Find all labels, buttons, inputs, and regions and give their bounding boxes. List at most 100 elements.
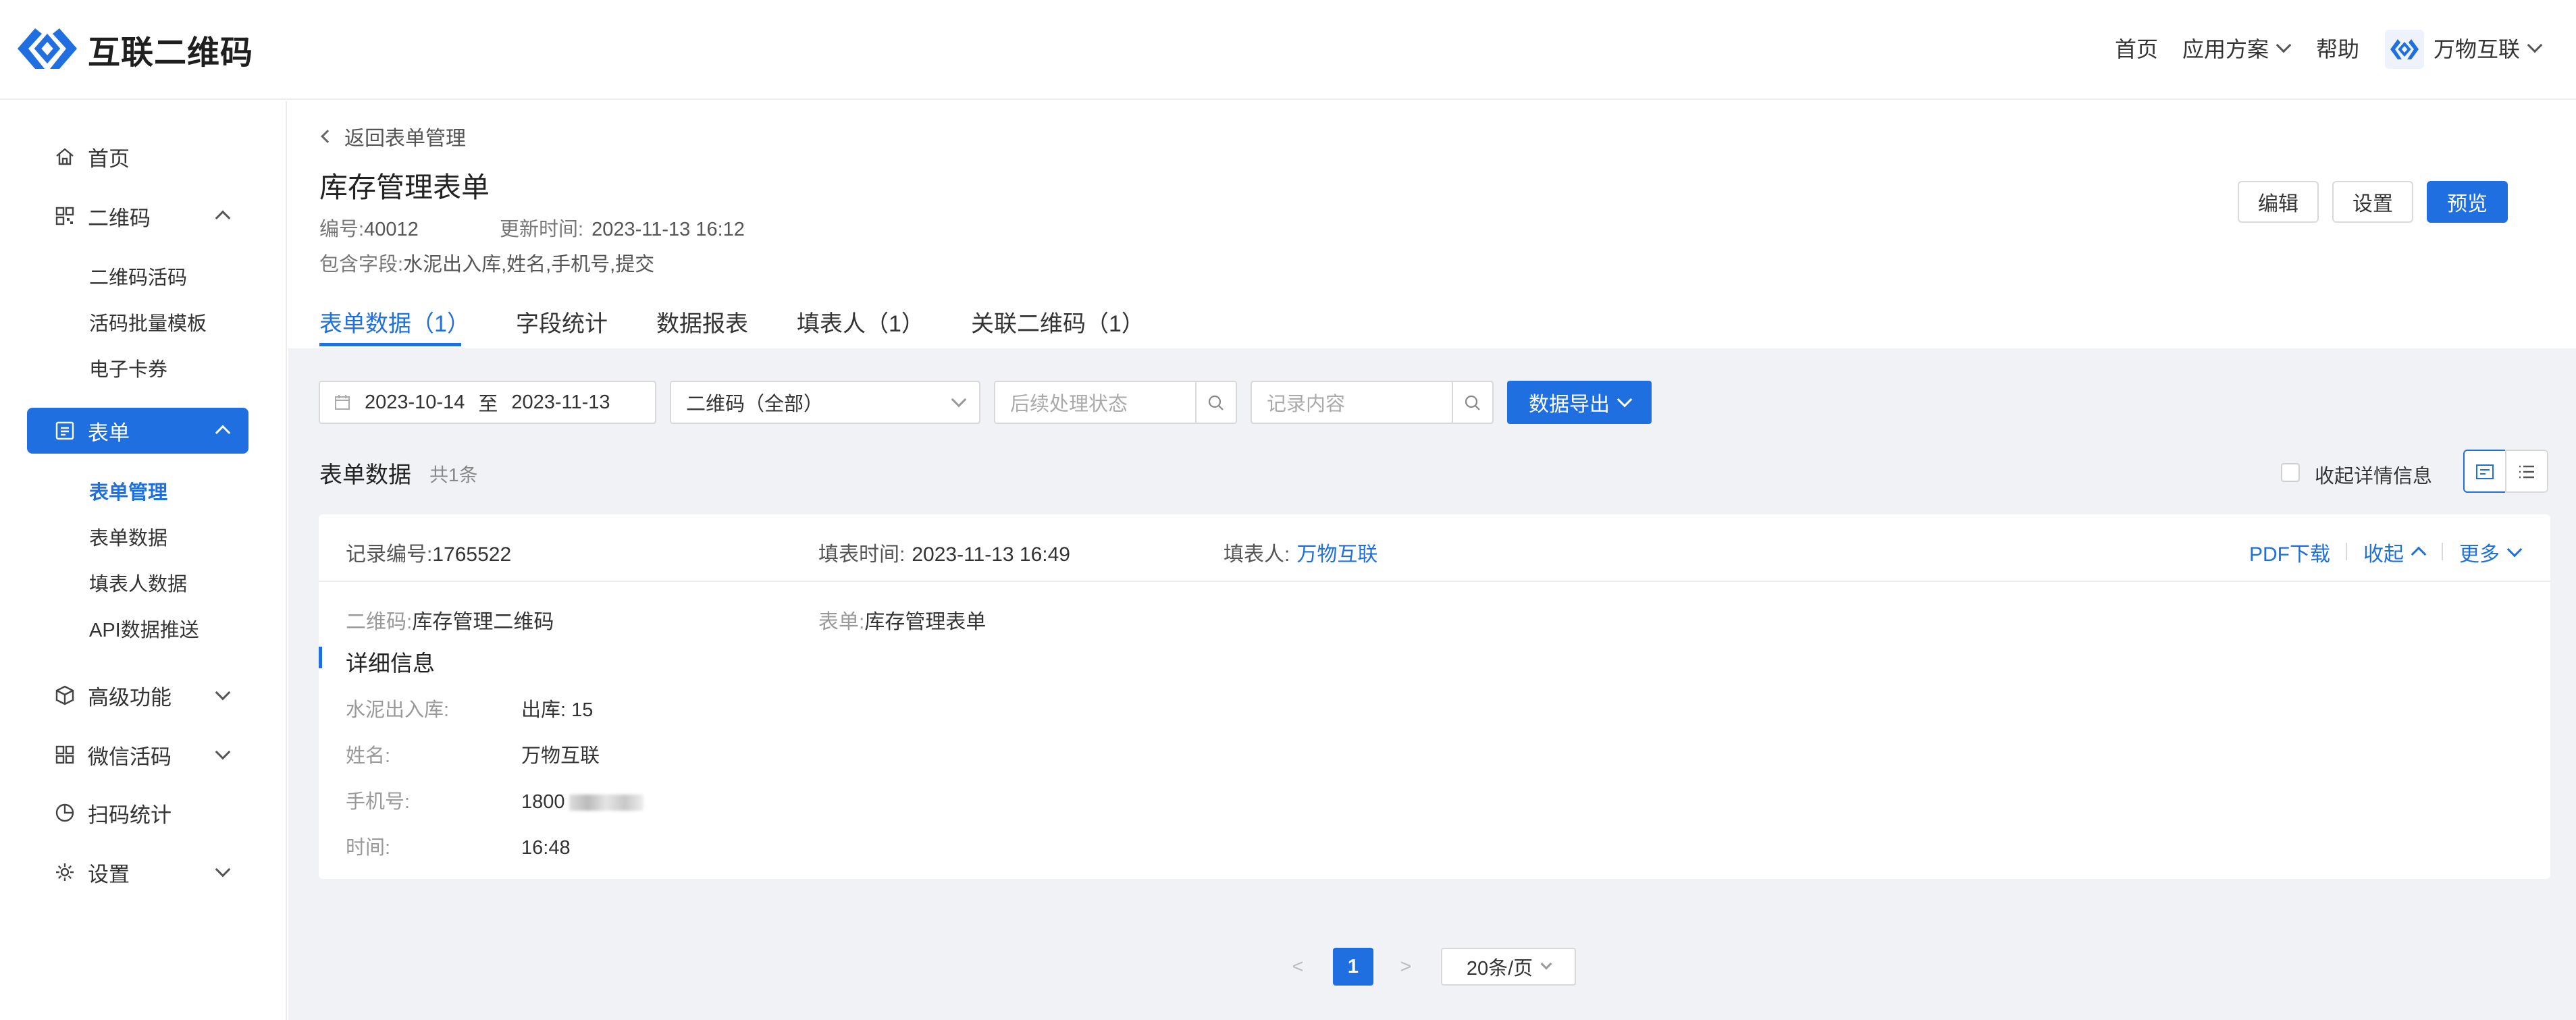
settings-button[interactable]: 设置 <box>2332 181 2413 223</box>
tab-form-data[interactable]: 表单数据（1） <box>319 305 470 338</box>
preview-button[interactable]: 预览 <box>2427 181 2508 223</box>
sidebar-item-qrcode[interactable]: 二维码 <box>27 193 248 239</box>
tab-linked-qrcode[interactable]: 关联二维码（1） <box>971 305 1145 338</box>
chevron-down-icon <box>951 392 967 408</box>
detail-row: 时间: 16:48 <box>346 837 571 859</box>
calendar-icon <box>335 395 350 410</box>
collapse-details-label[interactable]: 收起详情信息 <box>2315 460 2432 489</box>
sidebar-sub-qrcode-live[interactable]: 二维码活码 <box>89 262 187 290</box>
tab-field-stats[interactable]: 字段统计 <box>516 305 608 338</box>
divider <box>2346 543 2347 560</box>
chevron-up-icon <box>215 210 231 226</box>
more-menu[interactable]: 更多 <box>2459 537 2523 567</box>
date-from[interactable]: 2023-10-14 <box>365 392 465 414</box>
chevron-down-icon <box>2276 37 2292 53</box>
sidebar-sub-form-data[interactable]: 表单数据 <box>89 522 167 551</box>
record-content-input[interactable]: 记录内容 <box>1251 381 1453 424</box>
form-icon <box>55 421 74 440</box>
list-view-toggle[interactable] <box>2505 450 2548 493</box>
search-icon <box>1208 395 1224 410</box>
form-id: 编号:40012 <box>319 219 419 240</box>
detail-title: 详细信息 <box>346 651 435 676</box>
chevron-up-icon <box>215 425 231 441</box>
chevron-down-icon <box>215 744 231 760</box>
qrcode-select[interactable]: 二维码（全部） <box>670 381 980 424</box>
card-view-toggle[interactable] <box>2463 450 2506 493</box>
sidebar-sub-filler-data[interactable]: 填表人数据 <box>89 568 187 597</box>
search-icon <box>1465 395 1480 410</box>
tab-active-indicator <box>319 343 461 346</box>
brand-logo-icon[interactable] <box>15 23 80 74</box>
sidebar-item-wechat[interactable]: 微信活码 <box>27 732 248 778</box>
chevron-down-icon <box>1616 392 1633 408</box>
collapse-details-checkbox[interactable] <box>2281 463 2300 482</box>
top-header: 互联二维码 首页 应用方案 帮助 万物互联 <box>0 0 2576 100</box>
sidebar-sub-api-push[interactable]: API数据推送 <box>89 614 199 643</box>
detail-row: 水泥出入库: 出库: 15 <box>346 699 594 721</box>
back-link[interactable]: 返回表单管理 <box>321 122 466 151</box>
chevron-down-icon <box>215 685 231 701</box>
list-count: 共1条 <box>429 464 478 485</box>
user-menu[interactable]: 万物互联 <box>2434 32 2543 63</box>
data-export-button[interactable]: 数据导出 <box>1507 381 1652 424</box>
sidebar-item-settings[interactable]: 设置 <box>27 849 248 895</box>
chevron-up-icon <box>2411 546 2427 562</box>
pdf-download-link[interactable]: PDF下载 <box>2249 537 2330 567</box>
included-fields: 包含字段:水泥出入库,姓名,手机号,提交 <box>319 254 655 275</box>
chevron-left-icon <box>321 130 334 143</box>
pagination-page-1[interactable]: 1 <box>1333 948 1373 986</box>
filler-link[interactable]: 万物互联 <box>1296 543 1377 566</box>
sidebar-item-home[interactable]: 首页 <box>27 134 248 180</box>
sidebar-item-form[interactable]: 表单 <box>27 408 248 454</box>
list-title: 表单数据 <box>319 462 411 488</box>
sidebar-sub-form-manage[interactable]: 表单管理 <box>89 477 167 505</box>
collapse-link[interactable]: 收起 <box>2363 537 2427 567</box>
chevron-down-icon <box>215 861 231 878</box>
sidebar-sub-e-coupon[interactable]: 电子卡券 <box>89 354 167 382</box>
gear-icon <box>56 863 74 881</box>
record-number: 记录编号:1765522 <box>346 543 512 566</box>
chevron-down-icon <box>1540 958 1552 970</box>
pie-chart-icon <box>55 803 74 822</box>
tab-data-report[interactable]: 数据报表 <box>656 305 748 338</box>
home-icon <box>56 148 74 165</box>
divider <box>2442 543 2443 560</box>
updated-time: 更新时间: 2023-11-13 16:12 <box>500 219 745 240</box>
detail-section-marker <box>319 647 322 668</box>
record-qrcode: 二维码:库存管理二维码 <box>346 611 554 633</box>
record-fill-time: 填表时间: 2023-11-13 16:49 <box>818 543 1070 566</box>
sidebar-item-scan-stats[interactable]: 扫码统计 <box>27 790 248 836</box>
detail-row: 姓名: 万物互联 <box>346 745 600 767</box>
status-input[interactable]: 后续处理状态 <box>994 381 1197 424</box>
status-search-button[interactable] <box>1195 381 1237 424</box>
chevron-down-icon <box>2506 541 2523 558</box>
qrcode-icon <box>55 207 74 225</box>
card-view-icon <box>2476 464 2494 479</box>
grid-icon <box>55 745 74 764</box>
edit-button[interactable]: 编辑 <box>2238 181 2319 223</box>
cube-icon <box>55 685 74 705</box>
pagination-prev-button[interactable]: < <box>1279 948 1317 986</box>
detail-row: 手机号: 1800 <box>346 786 643 814</box>
page-title: 库存管理表单 <box>319 171 490 203</box>
list-view-icon <box>2519 465 2534 479</box>
record-card-header <box>319 514 2550 582</box>
sidebar-sub-batch-template[interactable]: 活码批量模板 <box>89 308 207 336</box>
chevron-down-icon <box>2527 37 2543 53</box>
nav-help[interactable]: 帮助 <box>2316 32 2359 63</box>
nav-home[interactable]: 首页 <box>2115 32 2158 63</box>
content-search-button[interactable] <box>1452 381 1494 424</box>
record-filler: 填表人: 万物互联 <box>1224 543 1378 566</box>
nav-solutions[interactable]: 应用方案 <box>2182 32 2292 63</box>
date-to[interactable]: 2023-11-13 <box>511 392 610 414</box>
avatar[interactable] <box>2385 30 2424 69</box>
redacted-phone-digits <box>569 795 643 811</box>
tab-fillers[interactable]: 填表人（1） <box>797 305 924 338</box>
page-size-select[interactable]: 20条/页 <box>1441 948 1576 986</box>
date-range-picker[interactable]: 2023-10-14 至 2023-11-13 <box>319 381 656 424</box>
record-form: 表单:库存管理表单 <box>818 611 987 633</box>
pagination-next-button[interactable]: > <box>1387 948 1425 986</box>
record-card <box>319 514 2550 879</box>
sidebar-item-advanced[interactable]: 高级功能 <box>27 672 248 718</box>
brand-name[interactable]: 互联二维码 <box>88 26 253 73</box>
